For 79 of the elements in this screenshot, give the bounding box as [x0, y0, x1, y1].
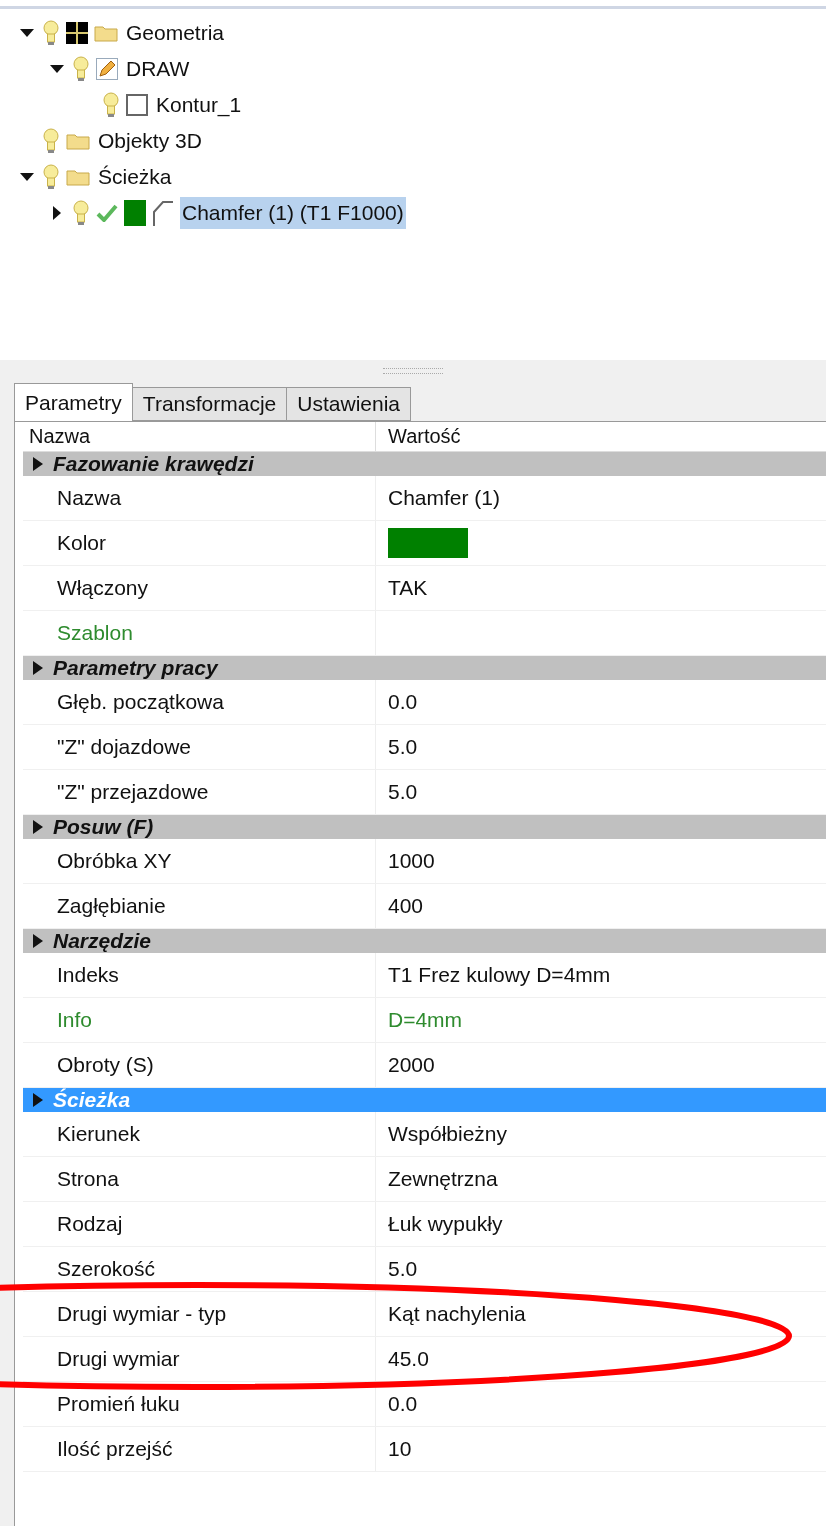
- expand-arrow-icon[interactable]: [33, 457, 43, 471]
- tree-item[interactable]: Ścieżka: [96, 161, 174, 193]
- property-value[interactable]: T1 Frez kulowy D=4mm: [388, 959, 611, 991]
- property-value[interactable]: 5.0: [388, 776, 418, 808]
- property-value[interactable]: Współbieżny: [388, 1118, 508, 1150]
- tree-item[interactable]: Geometria: [124, 17, 227, 49]
- property-value[interactable]: TAK: [388, 572, 428, 604]
- chamfer-path-icon: [152, 200, 174, 226]
- group-label: Narzędzie: [53, 928, 152, 955]
- group-row[interactable]: Narzędzie: [23, 929, 826, 953]
- filled-square-icon: [124, 200, 146, 226]
- light-bulb-icon[interactable]: [42, 20, 60, 46]
- group-label: Parametry pracy: [53, 655, 218, 682]
- square-outline-icon: [126, 94, 148, 116]
- group-label: Ścieżka: [53, 1087, 131, 1114]
- property-value[interactable]: Chamfer (1): [388, 482, 501, 514]
- property-value[interactable]: Zewnętrzna: [388, 1163, 498, 1195]
- expand-arrow-icon[interactable]: [33, 661, 43, 675]
- property-value[interactable]: 45.0: [388, 1343, 429, 1375]
- property-value[interactable]: 5.0: [388, 1253, 418, 1285]
- group-label: Fazowanie krawędzi: [53, 451, 254, 478]
- light-bulb-icon[interactable]: [42, 164, 60, 190]
- tab[interactable]: Ustawienia: [286, 387, 411, 421]
- light-bulb-icon[interactable]: [72, 200, 90, 226]
- expand-arrow-icon[interactable]: [33, 934, 43, 948]
- property-value[interactable]: 0.0: [388, 686, 418, 718]
- property-value[interactable]: D=4mm: [388, 1004, 463, 1036]
- property-value[interactable]: 1000: [388, 845, 435, 877]
- property-name: Obroty (S): [57, 1052, 154, 1079]
- tree-item[interactable]: DRAW: [124, 53, 192, 85]
- property-name: "Z" dojazdowe: [57, 734, 191, 761]
- property-name: Strona: [57, 1166, 119, 1193]
- property-value[interactable]: Łuk wypukły: [388, 1208, 503, 1240]
- grid-icon: [66, 22, 88, 44]
- property-value[interactable]: 2000: [388, 1049, 435, 1081]
- property-name: Głęb. początkowa: [57, 689, 224, 716]
- tree-item[interactable]: Objekty 3D: [96, 125, 204, 157]
- property-name: Obróbka XY: [57, 848, 172, 875]
- property-value[interactable]: 10: [388, 1433, 412, 1465]
- property-value[interactable]: 0.0: [388, 1388, 418, 1420]
- property-value[interactable]: 5.0: [388, 731, 418, 763]
- property-name: Włączony: [57, 575, 149, 602]
- property-name: Kolor: [57, 530, 107, 557]
- pencil-icon: [96, 58, 118, 80]
- folder-icon: [66, 132, 90, 150]
- tab[interactable]: Parametry: [14, 383, 133, 421]
- group-row[interactable]: Posuw (F): [23, 815, 826, 839]
- property-name: Kierunek: [57, 1121, 140, 1148]
- expand-arrow-icon[interactable]: [33, 1093, 43, 1107]
- property-name: Ilość przejść: [57, 1436, 173, 1463]
- tree-item[interactable]: Chamfer (1) (T1 F1000): [180, 197, 406, 229]
- folder-icon: [94, 24, 118, 42]
- property-name: Szerokość: [57, 1256, 156, 1283]
- property-name: Szablon: [57, 620, 133, 647]
- property-name: Drugi wymiar - typ: [57, 1301, 227, 1328]
- group-row[interactable]: Fazowanie krawędzi: [23, 452, 826, 476]
- column-header: Nazwa: [23, 422, 376, 451]
- light-bulb-icon[interactable]: [42, 128, 60, 154]
- property-value[interactable]: 400: [388, 890, 424, 922]
- tree-item[interactable]: Kontur_1: [154, 89, 244, 121]
- property-name: Indeks: [57, 962, 119, 989]
- property-name: Drugi wymiar: [57, 1346, 180, 1373]
- checkmark-icon: [96, 204, 118, 222]
- property-name: Rodzaj: [57, 1211, 123, 1238]
- property-value[interactable]: Kąt nachylenia: [388, 1298, 526, 1330]
- light-bulb-icon[interactable]: [72, 56, 90, 82]
- property-name: Promień łuku: [57, 1391, 180, 1418]
- color-swatch[interactable]: [388, 528, 468, 558]
- property-name: "Z" przejazdowe: [57, 779, 209, 806]
- folder-icon: [66, 168, 90, 186]
- group-label: Posuw (F): [53, 814, 154, 841]
- property-name: Info: [57, 1007, 93, 1034]
- property-name: Nazwa: [57, 485, 122, 512]
- group-row[interactable]: Parametry pracy: [23, 656, 826, 680]
- tab[interactable]: Transformacje: [131, 387, 288, 421]
- expand-arrow-icon[interactable]: [33, 820, 43, 834]
- column-header: Wartość: [387, 424, 461, 449]
- light-bulb-icon[interactable]: [102, 92, 120, 118]
- property-name: Zagłębianie: [57, 893, 166, 920]
